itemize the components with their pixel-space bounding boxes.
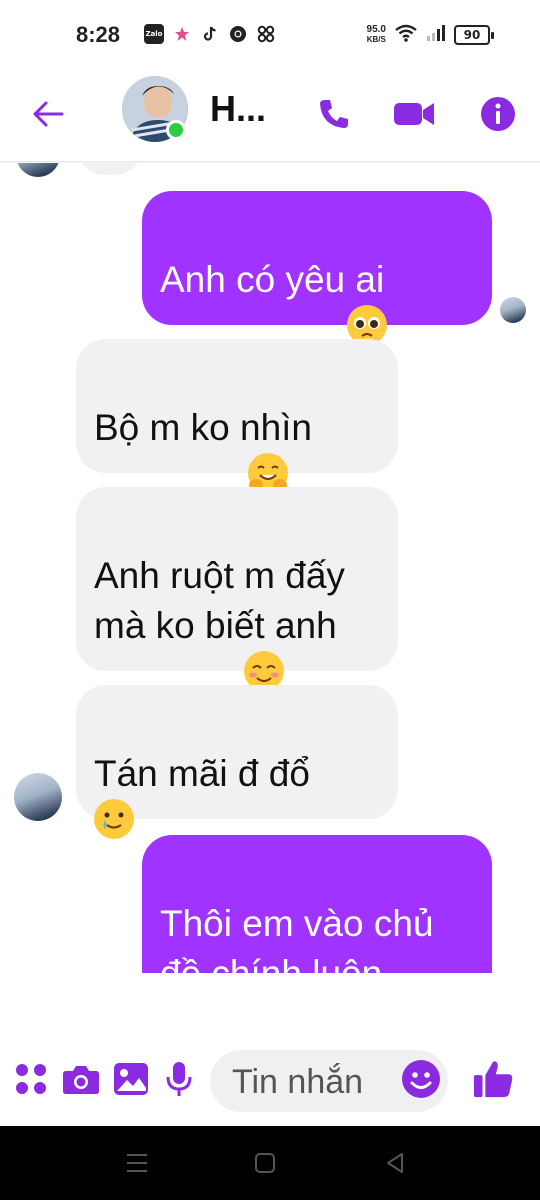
message-bubble-outgoing[interactable]: Thôi em vào chủ đề chính luôn nhé: [142, 835, 492, 973]
back-button[interactable]: [28, 94, 68, 134]
arrow-left-icon: [33, 101, 64, 127]
message-bubble-incoming[interactable]: Tán mãi đ đổ: [76, 685, 398, 839]
voice-call-button[interactable]: [312, 92, 356, 136]
status-app-icons: Zalo: [144, 24, 276, 44]
microphone-button[interactable]: [158, 1058, 200, 1100]
emoji-button[interactable]: [400, 1058, 442, 1100]
network-speed-unit: KB/S: [366, 35, 386, 44]
info-button[interactable]: [476, 92, 520, 136]
signal-icon: [426, 25, 446, 45]
message-bubble-outgoing[interactable]: Anh có yêu ai bao h chưa: [142, 191, 492, 394]
system-navigation-bar: [0, 1126, 540, 1200]
video-camera-icon: [394, 103, 434, 125]
sender-avatar[interactable]: [14, 773, 62, 821]
recents-button[interactable]: [122, 1148, 152, 1178]
message-text: Tán mãi đ đổ: [94, 753, 310, 794]
emoji-icon: [402, 1060, 440, 1098]
chat-header: H...: [0, 70, 540, 162]
wifi-icon: [394, 24, 418, 46]
message-list[interactable]: Anh có yêu ai bao h chưa Bộ m ko nhìn tê…: [0, 163, 540, 973]
sender-avatar-partial: [16, 163, 60, 177]
menu-dots-icon: [16, 1064, 46, 1094]
message-composer: Tin nhắn: [0, 1040, 540, 1124]
star-icon: [172, 24, 192, 44]
contact-name[interactable]: H...: [210, 88, 266, 130]
triangle-back-icon: [387, 1153, 403, 1173]
camera-button[interactable]: [60, 1058, 102, 1100]
gallery-icon: [114, 1063, 148, 1095]
microphone-icon: [166, 1062, 192, 1096]
video-call-button[interactable]: [392, 92, 436, 136]
menu-dots-button[interactable]: [10, 1058, 52, 1100]
network-speed-value: 95.0: [366, 24, 386, 35]
smiling-tear-face-icon: [94, 799, 134, 839]
app-icon: [256, 24, 276, 44]
status-indicators: 95.0 KB/S 90: [367, 24, 494, 46]
phone-icon: [320, 100, 348, 128]
square-home-icon: [255, 1153, 275, 1173]
online-status-dot: [166, 120, 186, 140]
zalo-icon: Zalo: [144, 24, 164, 44]
gallery-button[interactable]: [110, 1058, 152, 1100]
message-input-placeholder: Tin nhắn: [232, 1063, 364, 1101]
battery-level: 90: [463, 28, 481, 42]
back-nav-button[interactable]: [380, 1148, 410, 1178]
like-button[interactable]: [472, 1058, 514, 1100]
camera-icon: [63, 1066, 99, 1094]
status-bar: 8:28 Zalo 95.0 KB/S 90: [0, 0, 540, 70]
network-speed: 95.0 KB/S: [367, 25, 386, 45]
like-icon: [473, 1061, 513, 1098]
menu-lines-icon: [127, 1154, 147, 1172]
home-button[interactable]: [250, 1148, 280, 1178]
message-bubble-partial: [76, 163, 144, 175]
tiktok-icon: [200, 24, 220, 44]
battery-icon: 90: [454, 25, 494, 45]
message-bubble-incoming[interactable]: Anh ruột m đấy mà ko biết anh thích ai à: [76, 487, 398, 740]
status-time: 8:28: [76, 22, 121, 47]
message-bubble-incoming[interactable]: Bộ m ko nhìn tên anh à: [76, 339, 398, 542]
info-icon: [481, 97, 515, 131]
read-receipt-avatar: [500, 297, 526, 323]
chrome-icon: [228, 24, 248, 44]
message-text: Thôi em vào chủ đề chính luôn nhé: [160, 903, 434, 973]
